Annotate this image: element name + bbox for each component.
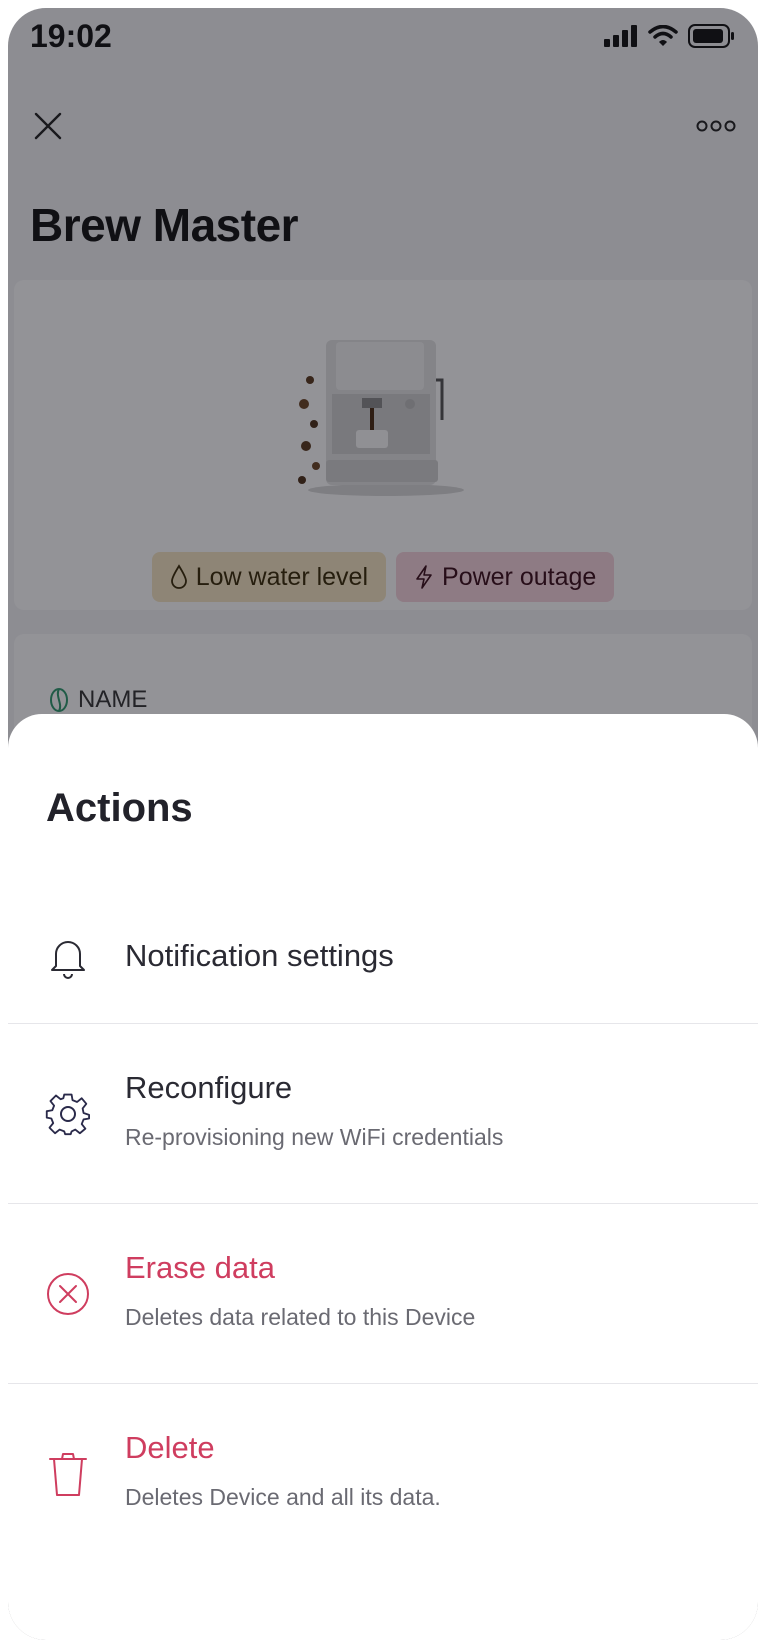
- sheet-title: Actions: [46, 786, 193, 830]
- action-reconfigure[interactable]: Reconfigure Re-provisioning new WiFi cre…: [8, 1024, 758, 1204]
- action-notification-settings[interactable]: Notification settings: [8, 884, 758, 1024]
- action-title: Reconfigure: [125, 1070, 293, 1105]
- erase-circle-x-icon: [47, 1273, 89, 1315]
- phone-screen: 19:02 Brew Master Low water level Power …: [8, 8, 758, 1640]
- action-subtitle: Deletes data related to this Device: [125, 1304, 476, 1330]
- action-title: Notification settings: [125, 938, 394, 973]
- action-erase-data[interactable]: Erase data Deletes data related to this …: [8, 1204, 758, 1384]
- trash-icon: [49, 1453, 87, 1496]
- action-subtitle: Re-provisioning new WiFi credentials: [125, 1124, 504, 1150]
- action-title: Erase data: [125, 1250, 275, 1285]
- gear-icon: [45, 1093, 91, 1136]
- actions-sheet: Actions Notification settings Reconfigur…: [8, 714, 758, 1640]
- bell-icon: [51, 941, 85, 979]
- action-delete[interactable]: Delete Deletes Device and all its data.: [8, 1384, 758, 1564]
- action-subtitle: Deletes Device and all its data.: [125, 1484, 441, 1510]
- action-title: Delete: [125, 1430, 215, 1465]
